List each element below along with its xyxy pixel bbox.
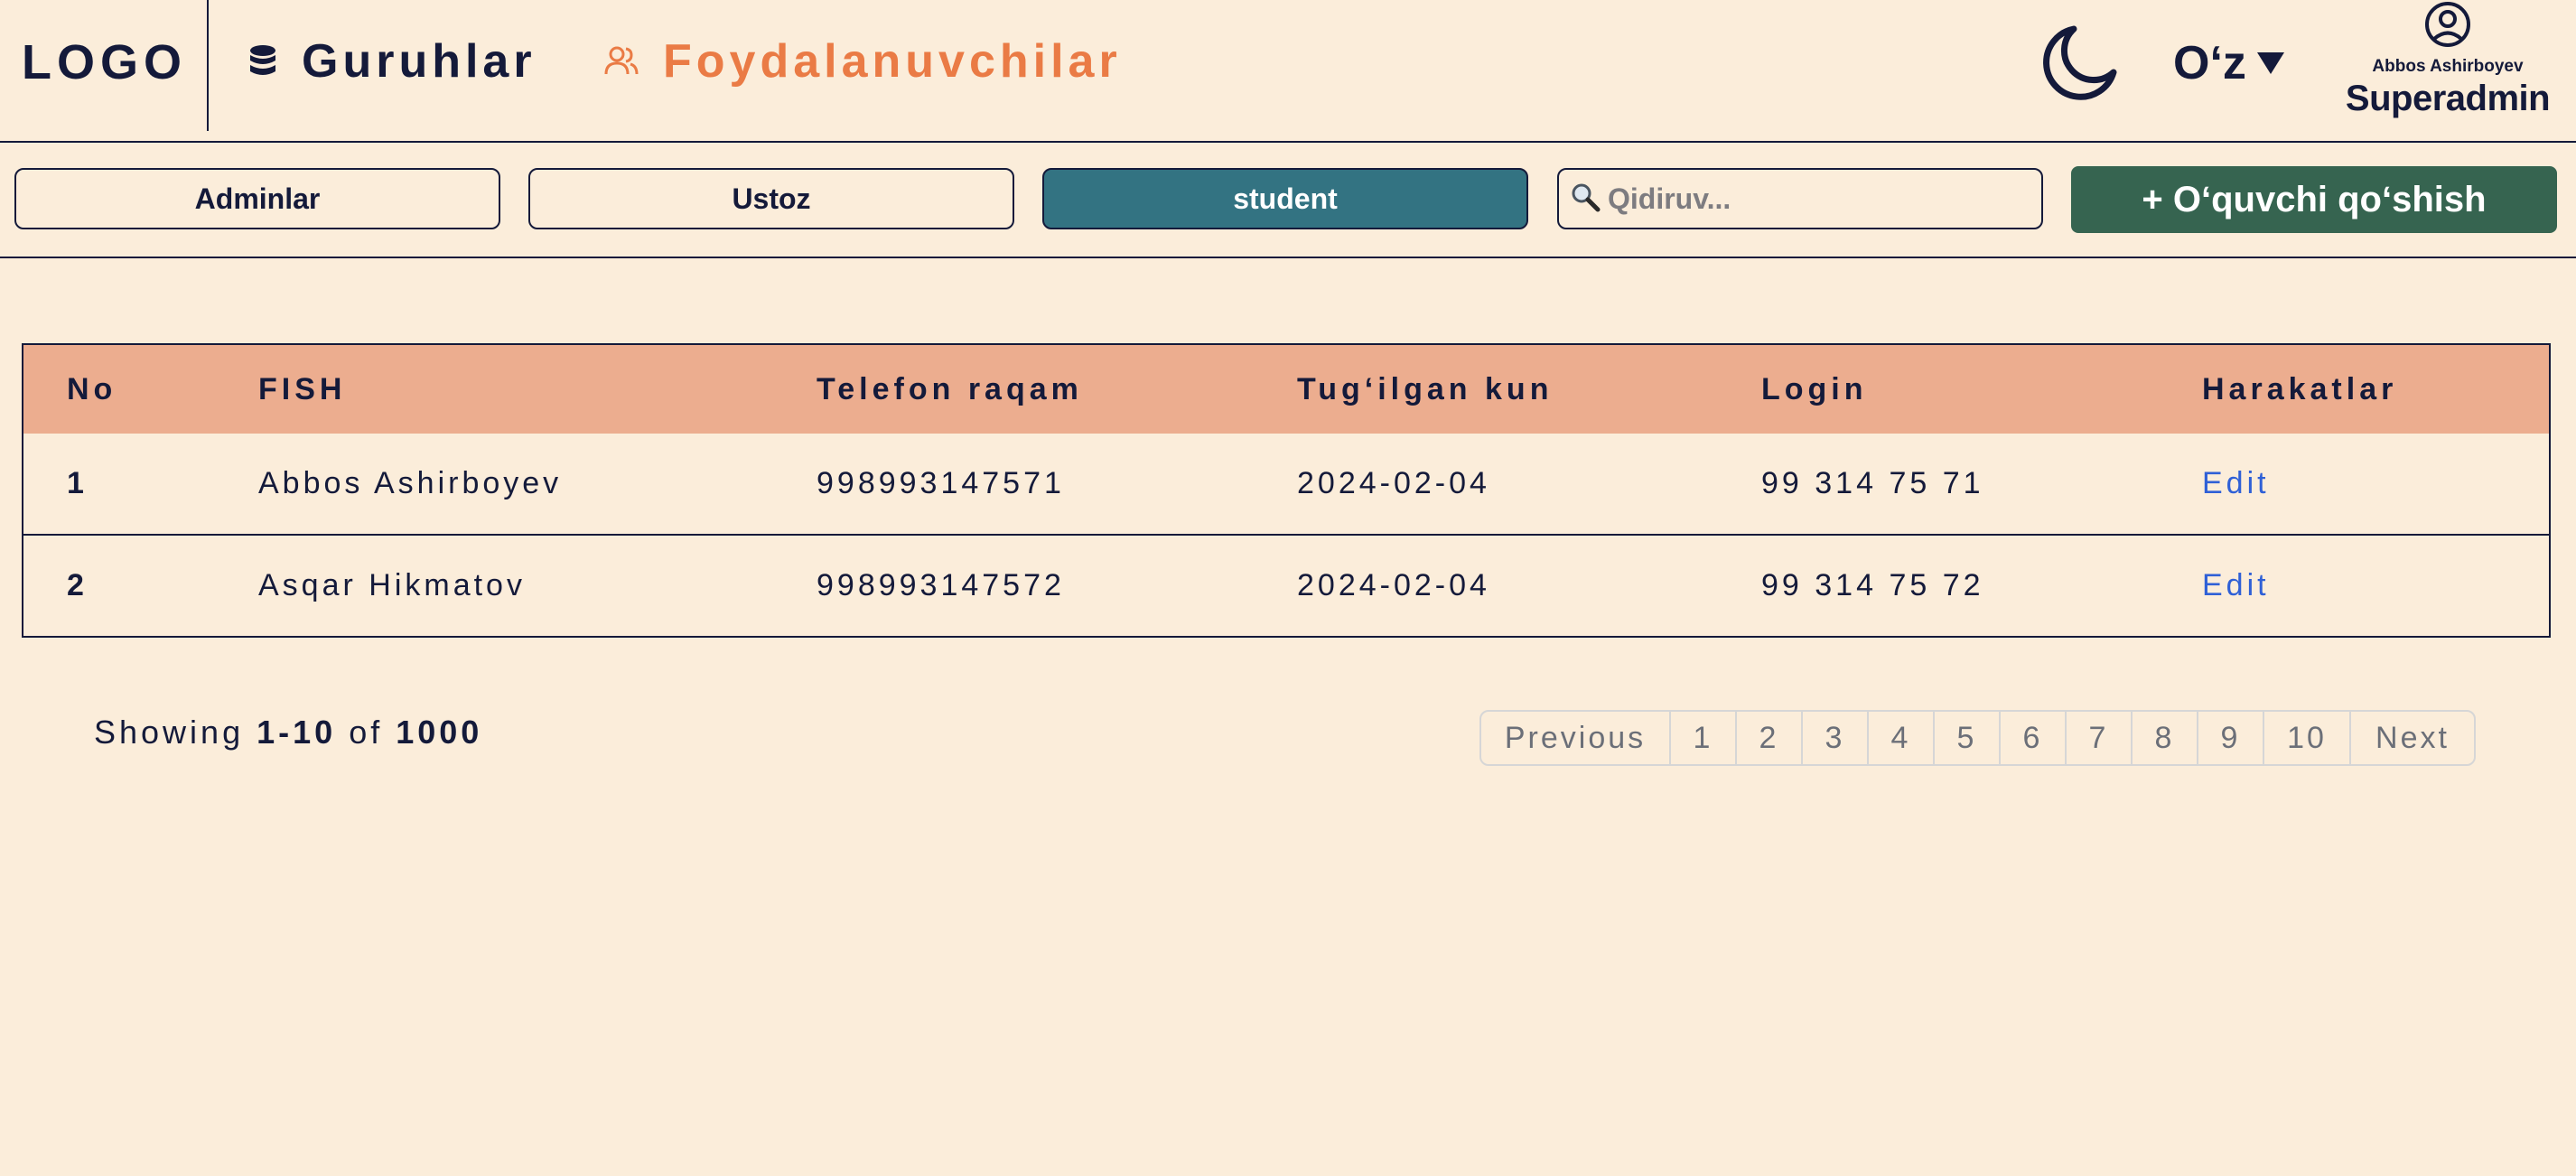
- page-button-10[interactable]: 10: [2264, 712, 2351, 764]
- cell-no: 2: [67, 568, 88, 602]
- edit-link[interactable]: Edit: [2202, 466, 2270, 501]
- search-input[interactable]: [1606, 181, 2034, 217]
- page-button-8[interactable]: 8: [2133, 712, 2198, 764]
- users-icon: [603, 45, 639, 78]
- cell-phone: 998993147572: [817, 568, 1065, 602]
- tab-ustoz[interactable]: Ustoz: [528, 168, 1014, 229]
- nav-users-link[interactable]: Foydalanuvchilar: [603, 34, 1122, 89]
- page-button-3[interactable]: 3: [1803, 712, 1869, 764]
- cell-phone: 998993147571: [817, 466, 1065, 500]
- header-fish: FISH: [258, 371, 347, 406]
- theme-toggle-moon-icon[interactable]: [2038, 22, 2119, 103]
- logo[interactable]: LOGO: [22, 34, 187, 90]
- profile-user-name: Abbos Ashirboyev: [2372, 57, 2524, 76]
- page-button-1[interactable]: 1: [1671, 712, 1737, 764]
- database-icon: [247, 43, 278, 79]
- cell-actions: Edit: [2202, 536, 2270, 636]
- header-login: Login: [1761, 371, 1868, 406]
- navbar-divider: [207, 0, 209, 131]
- header-birthday: Tug‘ilgan kun: [1297, 371, 1554, 406]
- cell-actions: Edit: [2202, 434, 2270, 534]
- tab-adminlar[interactable]: Adminlar: [14, 168, 500, 229]
- cell-no: 1: [67, 466, 88, 500]
- nav-groups-label: Guruhlar: [302, 35, 537, 88]
- user-profile[interactable]: Abbos Ashirboyev Superadmin: [2330, 0, 2565, 119]
- magnifier-icon: [1570, 182, 1601, 217]
- showing-summary: Showing 1-10 of 1000: [94, 714, 482, 751]
- page-button-9[interactable]: 9: [2198, 712, 2264, 764]
- cell-login: 99 314 75 72: [1761, 568, 1984, 602]
- profile-user-role: Superadmin: [2345, 79, 2551, 118]
- top-navbar: LOGO Guruhlar Foydalanuvchilar O‘z Abbos…: [0, 0, 2576, 143]
- showing-range: 1-10: [257, 714, 337, 751]
- search-box: [1557, 168, 2043, 229]
- header-phone: Telefon raqam: [817, 371, 1083, 406]
- showing-prefix: Showing: [94, 714, 245, 751]
- showing-total: 1000: [396, 714, 483, 751]
- language-selector[interactable]: O‘z: [2173, 36, 2284, 90]
- cell-fish: Abbos Ashirboyev: [258, 466, 563, 500]
- previous-page-button[interactable]: Previous: [1481, 712, 1671, 764]
- next-page-button[interactable]: Next: [2351, 712, 2474, 764]
- caret-down-icon: [2256, 52, 2284, 74]
- language-label: O‘z: [2173, 37, 2246, 89]
- page-button-7[interactable]: 7: [2067, 712, 2133, 764]
- cell-birthday: 2024-02-04: [1297, 568, 1490, 602]
- nav-groups-link[interactable]: Guruhlar: [247, 34, 537, 89]
- filter-bar: Adminlar Ustoz student + O‘quvchi qo‘shi…: [0, 143, 2576, 258]
- add-student-button[interactable]: + O‘quvchi qo‘shish: [2071, 166, 2557, 233]
- page-button-2[interactable]: 2: [1737, 712, 1803, 764]
- cell-login: 99 314 75 71: [1761, 466, 1984, 500]
- page-button-5[interactable]: 5: [1935, 712, 2001, 764]
- tab-student[interactable]: student: [1042, 168, 1528, 229]
- table-row: 1 Abbos Ashirboyev 998993147571 2024-02-…: [23, 434, 2549, 536]
- cell-fish: Asqar Hikmatov: [258, 568, 526, 602]
- edit-link[interactable]: Edit: [2202, 568, 2270, 603]
- nav-users-label: Foydalanuvchilar: [663, 35, 1122, 88]
- students-table: No FISH Telefon raqam Tug‘ilgan kun Logi…: [22, 343, 2551, 638]
- page-button-4[interactable]: 4: [1869, 712, 1935, 764]
- table-header-row: No FISH Telefon raqam Tug‘ilgan kun Logi…: [23, 345, 2549, 434]
- table-row: 2 Asqar Hikmatov 998993147572 2024-02-04…: [23, 536, 2549, 636]
- user-circle-icon: [2330, 0, 2565, 53]
- cell-birthday: 2024-02-04: [1297, 466, 1490, 500]
- header-actions: Harakatlar: [2202, 371, 2398, 406]
- header-no: No: [67, 371, 117, 406]
- pagination: Previous 1 2 3 4 5 6 7 8 9 10 Next: [1479, 710, 2476, 766]
- showing-of: of: [349, 714, 384, 751]
- page-button-6[interactable]: 6: [2001, 712, 2067, 764]
